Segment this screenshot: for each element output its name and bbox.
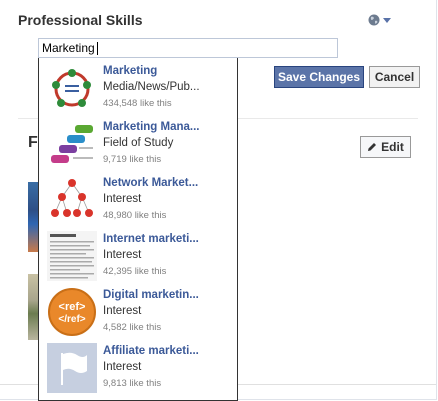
- suggestion-likes: 9,719 like this: [103, 154, 162, 165]
- suggestion-likes: 42,395 like this: [103, 266, 167, 277]
- suggestion-category: Interest: [103, 361, 142, 373]
- edit-button-label: Edit: [381, 140, 404, 154]
- suggestion-name: Marketing Mana...: [103, 121, 200, 133]
- suggestion-likes: 4,582 like this: [103, 322, 162, 333]
- suggestion-name: Affiliate marketi...: [103, 345, 199, 357]
- suggestion-category: Interest: [103, 193, 142, 205]
- edit-button[interactable]: Edit: [360, 136, 411, 158]
- suggestion-item[interactable]: Marketing Mana... Field of Study 9,719 l…: [39, 114, 237, 170]
- suggestion-item[interactable]: Affiliate marketi... Interest 9,813 like…: [39, 338, 237, 394]
- suggestion-name: Internet marketi...: [103, 233, 199, 245]
- flag-thumbnail: [47, 343, 97, 393]
- document-thumbnail: [47, 231, 97, 281]
- suggestion-item[interactable]: Network Market... Interest 48,980 like t…: [39, 170, 237, 226]
- suggestion-name: Digital marketin...: [103, 289, 199, 301]
- cycle-diagram-thumbnail: [47, 63, 97, 113]
- pencil-icon: [368, 143, 377, 151]
- chevron-down-icon: [383, 17, 391, 23]
- globe-icon: [368, 14, 380, 26]
- skills-search-input[interactable]: [38, 38, 338, 58]
- suggestion-category: Interest: [103, 305, 142, 317]
- ref-badge-text-top: <ref>: [59, 301, 86, 313]
- suggestion-likes: 9,813 like this: [103, 378, 162, 389]
- cancel-button[interactable]: Cancel: [369, 66, 420, 88]
- network-tree-thumbnail: [47, 175, 97, 225]
- suggestions-dropdown: Marketing Media/News/Pub... 434,548 like…: [38, 58, 238, 401]
- text-cursor: [97, 42, 98, 55]
- suggestion-item[interactable]: Internet marketi... Interest 42,395 like…: [39, 226, 237, 282]
- background-section-heading: F: [28, 134, 38, 151]
- suggestion-name: Network Market...: [103, 177, 199, 189]
- suggestion-category: Media/News/Pub...: [103, 81, 200, 93]
- suggestion-name: Marketing: [103, 65, 158, 77]
- suggestion-item[interactable]: Marketing Media/News/Pub... 434,548 like…: [39, 58, 237, 114]
- suggestion-item[interactable]: <ref> </ref> Digital marketin... Interes…: [39, 282, 237, 338]
- steps-diagram-thumbnail: [47, 119, 97, 169]
- suggestion-likes: 434,548 like this: [103, 98, 172, 109]
- ref-badge-text-bottom: </ref>: [58, 314, 85, 325]
- suggestion-category: Field of Study: [103, 137, 174, 149]
- suggestion-category: Interest: [103, 249, 142, 261]
- privacy-selector[interactable]: [368, 14, 391, 26]
- section-title: Professional Skills: [18, 12, 143, 28]
- ref-badge-thumbnail: <ref> </ref>: [47, 287, 97, 337]
- save-changes-button[interactable]: Save Changes: [274, 66, 364, 88]
- suggestion-likes: 48,980 like this: [103, 210, 167, 221]
